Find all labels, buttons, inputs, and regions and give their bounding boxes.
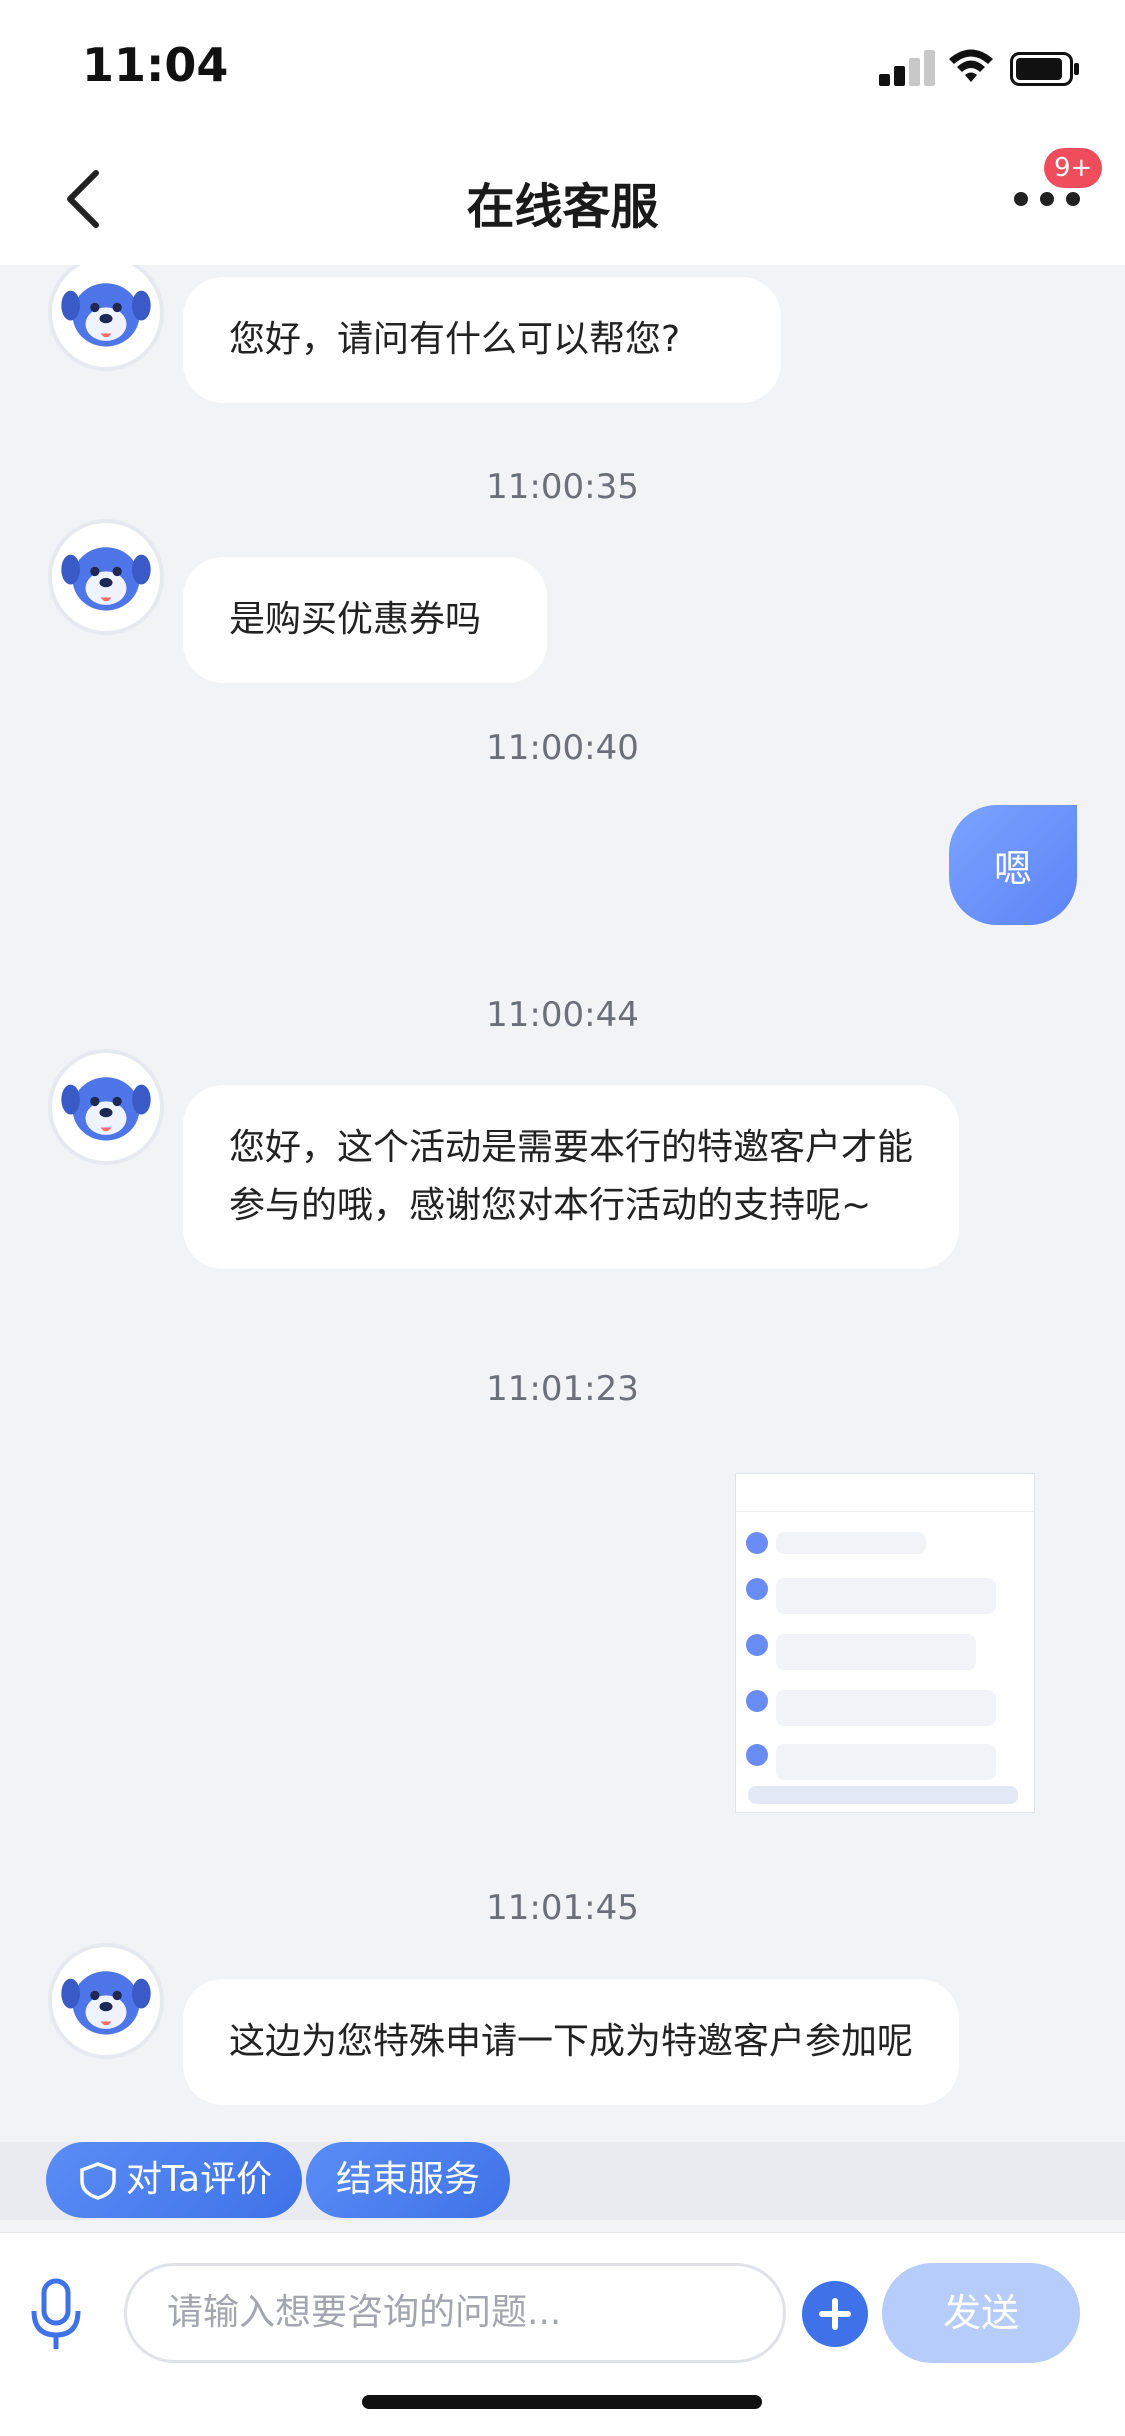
status-bar: 11:04 [0,0,1125,135]
rate-shield-icon [80,2162,116,2200]
robot-dog-icon [61,1077,151,1141]
add-attachment-button[interactable] [802,2281,868,2347]
rate-agent-label: 对Ta评价 [126,2159,273,2200]
robot-dog-icon [61,1971,151,2035]
message-timestamp: 11:01:45 [486,1888,639,1928]
signal-icon [879,50,935,86]
message-timestamp: 11:01:23 [486,1369,639,1409]
agent-message-bubble: 您好，请问有什么可以帮您? [183,277,781,403]
robot-dog-icon [61,547,151,611]
send-button[interactable]: 发送 [882,2263,1080,2363]
notification-badge: 9+ [1044,148,1103,188]
message-timestamp: 11:00:44 [486,995,639,1035]
rate-agent-button[interactable]: 对Ta评价 [46,2142,303,2218]
agent-avatar [48,1943,164,2059]
agent-message-bubble: 这边为您特殊申请一下成为特邀客户参加呢 [183,1979,959,2105]
wifi-icon [949,49,993,82]
home-indicator [362,2395,762,2409]
user-image-message[interactable] [735,1473,1035,1813]
end-service-button[interactable]: 结束服务 [306,2142,511,2218]
chat-area[interactable]: 您好，请问有什么可以帮您? 11:00:35 是购买优惠券吗 11:00:40 … [0,265,1125,2142]
message-timestamp: 11:00:35 [486,467,639,507]
page-title: 在线客服 [466,179,659,235]
agent-avatar [48,519,164,635]
message-timestamp: 11:00:40 [486,728,639,768]
user-message-bubble: 嗯 [949,805,1077,925]
status-time: 11:04 [82,38,229,92]
battery-icon [1010,52,1079,86]
more-menu-button[interactable] [1014,190,1084,214]
message-input[interactable]: 请输入想要咨询的问题... [124,2263,786,2363]
agent-message-bubble: 是购买优惠券吗 [183,557,547,683]
agent-message-bubble: 您好，这个活动是需要本行的特邀客户才能参与的哦，感谢您对本行活动的支持呢~ [183,1085,959,1269]
robot-dog-icon [61,283,151,347]
nav-bar: 在线客服 [0,135,1125,265]
agent-avatar [48,1049,164,1165]
agent-avatar [48,265,164,371]
microphone-icon[interactable] [26,2275,86,2355]
quick-actions-bar: 对Ta评价 结束服务 [0,2142,1125,2220]
